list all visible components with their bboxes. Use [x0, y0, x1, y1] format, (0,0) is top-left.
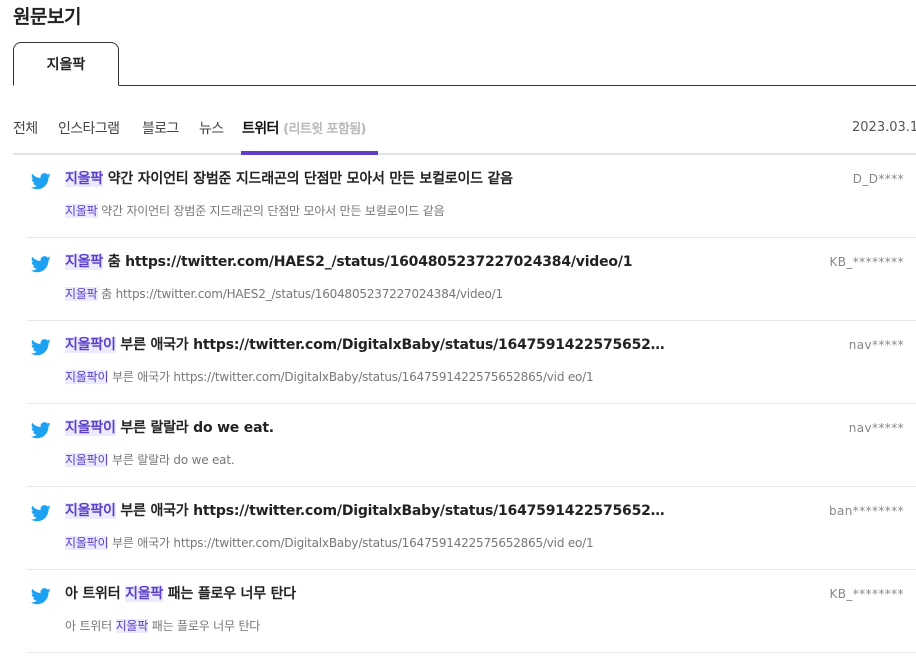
post-list: 지올팍 약간 자이언티 장범준 지드래곤의 단점만 모아서 만든 보컬로이드 같…	[27, 155, 916, 653]
keyword-highlight: 지올팍	[125, 586, 164, 602]
list-item[interactable]: 지올팍이 부른 랄랄라 do we eat. 지올팍이 부른 랄랄라 do we…	[27, 404, 916, 487]
filter-instagram[interactable]: 인스타그램	[58, 118, 120, 138]
twitter-icon	[31, 339, 51, 356]
post-author: D_D****	[852, 172, 904, 186]
keyword-highlight: 지올팍이	[65, 337, 116, 353]
twitter-icon	[31, 173, 51, 190]
twitter-icon	[31, 588, 51, 605]
twitter-icon	[31, 505, 51, 522]
post-title: 아 트위터 지올팍 패는 플로우 너무 탄다	[65, 586, 296, 602]
filter-twitter-label: 트위터	[242, 121, 279, 137]
date-label: 2023.03.17	[852, 120, 916, 135]
post-body: 지올팍이 부른 애국가 https://twitter.com/Digitalx…	[65, 536, 594, 550]
post-body: 지올팍 약간 자이언티 장범준 지드래곤의 단점만 모아서 만든 보컬로이드 같…	[65, 204, 445, 218]
post-title: 지올팍이 부른 랄랄라 do we eat.	[65, 420, 274, 436]
filter-blog[interactable]: 블로그	[142, 118, 179, 138]
post-author: KB_********	[829, 255, 904, 269]
post-title: 지올팍이 부른 애국가 https://twitter.com/Digitalx…	[65, 337, 665, 353]
tab-keyword[interactable]: 지올팍	[13, 42, 119, 86]
list-item[interactable]: 지올팍 약간 자이언티 장범준 지드래곤의 단점만 모아서 만든 보컬로이드 같…	[27, 155, 916, 238]
list-item[interactable]: 지올팍이 부른 애국가 https://twitter.com/Digitalx…	[27, 321, 916, 404]
filter-twitter[interactable]: 트위터 (리트윗 포함됨)	[242, 118, 367, 138]
list-item[interactable]: 지올팍 춤 https://twitter.com/HAES2_/status/…	[27, 238, 916, 321]
keyword-highlight: 지올팍이	[65, 453, 109, 467]
keyword-highlight: 지올팍이	[65, 536, 109, 550]
keyword-highlight: 지올팍	[115, 619, 149, 633]
list-item[interactable]: 지올팍이 부른 애국가 https://twitter.com/Digitalx…	[27, 487, 916, 570]
keyword-highlight: 지올팍이	[65, 420, 116, 436]
filter-all[interactable]: 전체	[13, 118, 38, 138]
keyword-highlight: 지올팍	[65, 254, 104, 270]
post-author: nav*****	[848, 338, 904, 352]
keyword-highlight: 지올팍이	[65, 503, 116, 519]
keyword-highlight: 지올팍	[65, 204, 98, 218]
post-title: 지올팍이 부른 애국가 https://twitter.com/Digitalx…	[65, 503, 665, 519]
filter-news[interactable]: 뉴스	[199, 118, 224, 138]
page-title: 원문보기	[13, 6, 81, 28]
post-body: 아 트위터 지올팍 패는 플로우 너무 탄다	[65, 619, 261, 633]
tab-bar: 지올팍	[13, 42, 916, 86]
post-author: ban********	[829, 504, 904, 518]
twitter-icon	[31, 256, 51, 273]
filter-twitter-sublabel: (리트윗 포함됨)	[283, 122, 366, 137]
keyword-highlight: 지올팍이	[65, 370, 109, 384]
post-author: nav*****	[848, 421, 904, 435]
post-body: 지올팍이 부른 애국가 https://twitter.com/Digitalx…	[65, 370, 594, 384]
post-body: 지올팍 춤 https://twitter.com/HAES2_/status/…	[65, 287, 503, 301]
source-filter-bar: 전체 인스타그램 블로그 뉴스 트위터 (리트윗 포함됨) 2023.03.17	[13, 108, 916, 155]
post-body: 지올팍이 부른 랄랄라 do we eat.	[65, 453, 235, 467]
post-title: 지올팍 춤 https://twitter.com/HAES2_/status/…	[65, 254, 633, 270]
keyword-highlight: 지올팍	[65, 171, 104, 187]
post-title: 지올팍 약간 자이언티 장범준 지드래곤의 단점만 모아서 만든 보컬로이드 같…	[65, 171, 513, 187]
twitter-icon	[31, 422, 51, 439]
keyword-highlight: 지올팍	[65, 287, 98, 301]
post-author: KB_********	[829, 587, 904, 601]
list-item[interactable]: 아 트위터 지올팍 패는 플로우 너무 탄다 아 트위터 지올팍 패는 플로우 …	[27, 570, 916, 653]
